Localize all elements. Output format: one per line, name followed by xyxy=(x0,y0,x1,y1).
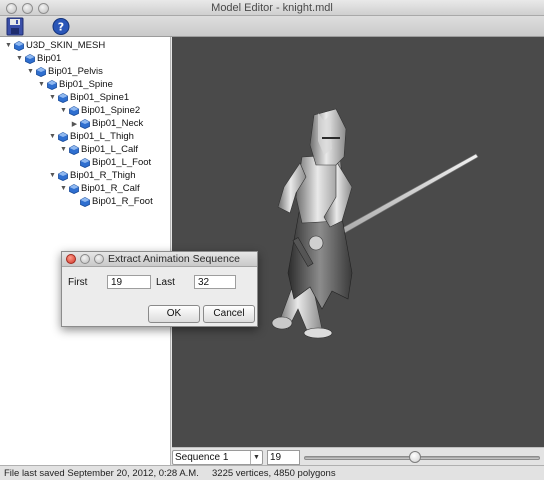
bone-node-icon xyxy=(69,105,79,116)
chevron-down-icon: ▼ xyxy=(250,451,262,464)
tree-node-label: U3D_SKIN_MESH xyxy=(26,40,106,51)
dialog-titlebar: Extract Animation Sequence xyxy=(62,252,257,267)
floppy-disk-save-icon xyxy=(6,17,24,36)
disclosure-expanded-icon[interactable]: ▼ xyxy=(59,185,68,192)
bone-node-icon xyxy=(80,118,90,129)
bone-node-icon xyxy=(36,66,46,77)
tree-node-label: Bip01_L_Thigh xyxy=(70,131,134,142)
disclosure-expanded-icon[interactable]: ▼ xyxy=(26,68,35,75)
tree-node-label: Bip01_Spine2 xyxy=(81,105,141,116)
bone-node-icon xyxy=(58,170,68,181)
bone-node-icon xyxy=(58,131,68,142)
tree-node[interactable]: Bip01_L_Foot xyxy=(70,156,151,169)
window-title: Model Editor - knight.mdl xyxy=(211,2,333,14)
mesh-stats-status: 3225 vertices, 4850 polygons xyxy=(212,468,336,479)
tree-node[interactable]: ▼ Bip01_Spine xyxy=(37,78,113,91)
tree-node[interactable]: ▼ Bip01_R_Calf xyxy=(59,182,140,195)
playback-bar: Sequence 1 ▼ 19 xyxy=(172,447,544,465)
disclosure-expanded-icon[interactable]: ▼ xyxy=(48,172,57,179)
ok-button[interactable]: OK xyxy=(148,305,200,323)
bone-node-icon xyxy=(58,92,68,103)
disclosure-expanded-icon[interactable]: ▼ xyxy=(4,42,13,49)
tree-node-label: Bip01_L_Foot xyxy=(92,157,152,168)
disclosure-expanded-icon[interactable]: ▼ xyxy=(37,81,46,88)
model-viewport[interactable] xyxy=(172,37,544,447)
svg-text:?: ? xyxy=(58,21,64,34)
disclosure-expanded-icon[interactable]: ▼ xyxy=(59,107,68,114)
mesh-node-icon xyxy=(14,40,24,51)
dialog-close-button[interactable] xyxy=(66,254,76,264)
bone-node-icon xyxy=(69,183,79,194)
window-titlebar: Model Editor - knight.mdl xyxy=(0,0,544,16)
disclosure-collapsed-icon[interactable]: ▶ xyxy=(70,120,79,128)
last-frame-label: Last xyxy=(156,277,175,288)
dialog-zoom-button[interactable] xyxy=(94,254,104,264)
dialog-minimize-button[interactable] xyxy=(80,254,90,264)
first-frame-input[interactable] xyxy=(107,275,151,289)
last-saved-status: File last saved September 20, 2012, 0:28… xyxy=(4,468,199,479)
cancel-button[interactable]: Cancel xyxy=(203,305,255,323)
save-button[interactable] xyxy=(5,17,25,36)
sequence-select[interactable]: Sequence 1 ▼ xyxy=(172,450,263,465)
frame-slider-thumb[interactable] xyxy=(408,451,421,463)
tree-node[interactable]: ▼ Bip01_Spine1 xyxy=(48,91,129,104)
tree-node-label: Bip01_L_Calf xyxy=(81,144,139,155)
disclosure-expanded-icon[interactable]: ▼ xyxy=(59,146,68,153)
bone-node-icon xyxy=(80,157,90,168)
tree-node[interactable]: ▼ Bip01 xyxy=(15,52,61,65)
dialog-title: Extract Animation Sequence xyxy=(108,253,240,265)
last-frame-input[interactable] xyxy=(194,275,236,289)
bone-node-icon xyxy=(47,79,57,90)
tree-node[interactable]: ▼ Bip01_Spine2 xyxy=(59,104,140,117)
frame-slider[interactable] xyxy=(304,456,540,460)
sequence-select-value: Sequence 1 xyxy=(175,452,229,463)
tree-node-label: Bip01_R_Calf xyxy=(81,183,140,194)
tree-node-label: Bip01_Neck xyxy=(92,118,144,129)
tree-node[interactable]: ▼ Bip01_R_Thigh xyxy=(48,169,136,182)
tree-node-label: Bip01_R_Foot xyxy=(92,196,153,207)
tree-node-label: Bip01_Spine1 xyxy=(70,92,130,103)
bone-node-icon xyxy=(25,53,35,64)
bone-node-icon xyxy=(80,196,90,207)
status-bar: File last saved September 20, 2012, 0:28… xyxy=(0,465,544,480)
disclosure-expanded-icon[interactable]: ▼ xyxy=(48,133,57,140)
tree-node-label: Bip01 xyxy=(37,53,62,64)
tree-node[interactable]: ▼ U3D_SKIN_MESH xyxy=(4,39,105,52)
tree-node-label: Bip01_Pelvis xyxy=(48,66,103,77)
toolbar: ? xyxy=(0,16,544,37)
tree-node[interactable]: Bip01_R_Foot xyxy=(70,195,153,208)
tree-node[interactable]: ▶ Bip01_Neck xyxy=(70,117,143,130)
tree-node[interactable]: ▼ Bip01_L_Thigh xyxy=(48,130,134,143)
help-button[interactable]: ? xyxy=(51,17,71,36)
knight-model-render xyxy=(271,108,479,339)
tree-node[interactable]: ▼ Bip01_Pelvis xyxy=(26,65,103,78)
help-question-icon: ? xyxy=(52,18,70,35)
disclosure-expanded-icon[interactable]: ▼ xyxy=(48,94,57,101)
frame-number-field[interactable]: 19 xyxy=(267,450,300,465)
tree-node[interactable]: ▼ Bip01_L_Calf xyxy=(59,143,138,156)
extract-sequence-dialog: Extract Animation Sequence First Last OK… xyxy=(61,251,258,327)
bone-node-icon xyxy=(69,144,79,155)
first-frame-label: First xyxy=(68,277,88,288)
disclosure-expanded-icon[interactable]: ▼ xyxy=(15,55,24,62)
tree-node-label: Bip01_R_Thigh xyxy=(70,170,136,181)
tree-node-label: Bip01_Spine xyxy=(59,79,113,90)
